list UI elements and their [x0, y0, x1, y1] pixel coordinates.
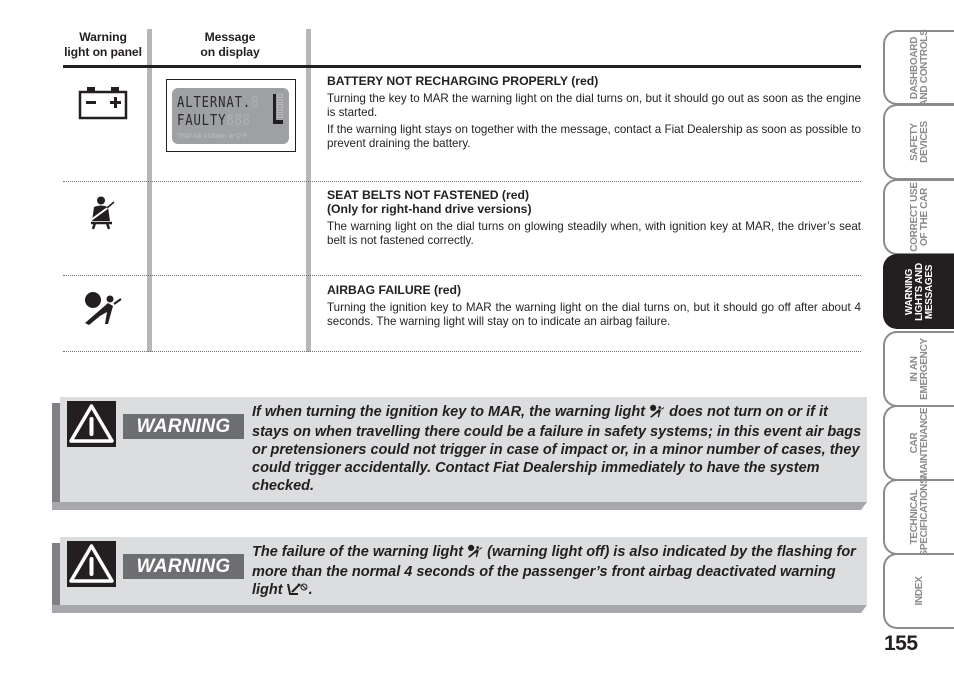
tab-label-line: TECHNICAL [908, 489, 920, 545]
lcd-bar-segment [277, 109, 283, 113]
airbag-icon [83, 290, 123, 330]
header-message-on-display: Message on display [155, 30, 305, 60]
tab-correct-use-of-the-car[interactable]: CORRECT USE OF THE CAR [883, 179, 954, 255]
tab-label: IN AN EMERGENCY [908, 338, 930, 400]
lcd-bar-segment [277, 99, 283, 103]
tab-label-line: SPECIFICATIONS [918, 477, 930, 557]
row-paragraph: Turning the key to MAR the warning light… [327, 92, 861, 119]
battery-icon [78, 86, 128, 124]
warning-text: The failure of the warning light [252, 544, 468, 560]
row-title-main: SEAT BELTS NOT FASTENED (red) [327, 188, 530, 202]
row-separator [63, 351, 861, 352]
warning-box: WARNING The failure of the warning light… [52, 537, 867, 613]
row-title: BATTERY NOT RECHARGING PROPERLY (red) [327, 74, 599, 88]
row-subtitle: (Only for right-hand drive versions) [327, 202, 532, 216]
tab-label-line: DASHBOARD [908, 36, 920, 99]
lcd-line-2: FAULTY888 [177, 112, 251, 128]
lcd-bar-segment [277, 104, 283, 108]
display-message-panel: ALTERNAT.8 FAULTY888 TRIP AB l/100km ⊕°C… [166, 79, 296, 152]
lcd-line-1: ALTERNAT.8 [177, 94, 259, 110]
warning-box-side [52, 403, 60, 503]
lcd-bar-segment [277, 114, 283, 118]
airbag-icon [467, 544, 483, 563]
tab-safety-devices[interactable]: SAFETY DEVICES [883, 104, 954, 180]
airbag-icon [649, 404, 665, 423]
tab-technical-specifications[interactable]: TECHNICAL SPECIFICATIONS [883, 477, 954, 557]
warning-box-bottom [52, 605, 867, 613]
warning-box-side [52, 543, 60, 605]
tab-label-line: IN AN [908, 356, 920, 382]
tab-label-line: DEVICES [918, 121, 930, 163]
lcd-text: ALTERNAT. [177, 93, 252, 111]
passenger-airbag-off-icon [286, 582, 309, 601]
row-paragraph: If the warning light stays on together w… [327, 123, 861, 150]
lcd-ghost-segments: 888 [226, 111, 252, 129]
tab-dashboard-and-controls[interactable]: DASHBOARD AND CONTROLS [883, 29, 954, 106]
header-line: on display [200, 45, 260, 59]
tab-car-maintenance[interactable]: CAR MAINTENANCE [883, 405, 954, 481]
row-separator [63, 181, 861, 182]
tab-index[interactable]: INDEX [883, 553, 954, 629]
header-line: Warning [79, 30, 127, 44]
page-number: 155 [884, 632, 918, 655]
warning-label: WARNING [123, 414, 244, 439]
warning-message: The failure of the warning light (warnin… [252, 543, 862, 601]
tab-label-line: MESSAGES [923, 264, 935, 319]
tab-label: SAFETY DEVICES [908, 121, 930, 163]
lcd-bar-segment [277, 94, 283, 98]
tab-label: CORRECT USE OF THE CAR [908, 182, 930, 252]
row-paragraph: Turning the ignition key to MAR the warn… [327, 301, 861, 328]
tab-label-line: MAINTENANCE [918, 407, 930, 479]
warning-triangle-icon [67, 401, 116, 447]
tab-label: WARNING LIGHTS AND MESSAGES [903, 262, 935, 321]
row-paragraph: The warning light on the dial turns on g… [327, 220, 861, 247]
warning-box-bottom [52, 502, 867, 510]
tab-label-line: SAFETY [908, 123, 920, 161]
lcd-text: FAULTY [177, 111, 227, 129]
tab-warning-lights-and-messages[interactable]: WARNING LIGHTS AND MESSAGES [883, 254, 954, 329]
tab-label-line: WARNING [903, 268, 915, 315]
seat-belt-icon [88, 196, 116, 234]
tab-label-line: LIGHTS AND [913, 262, 925, 321]
header-line: light on panel [64, 45, 142, 59]
row-title: SEAT BELTS NOT FASTENED (red) (Only for … [327, 188, 861, 216]
lcd-footer: TRIP AB l/100km ⊕°C°F [177, 133, 248, 140]
lcd-level-bar [273, 94, 283, 124]
row-separator [63, 275, 861, 276]
row-airbag-text: AIRBAG FAILURE (red) Turning the ignitio… [327, 283, 861, 332]
warning-box: WARNING If when turning the ignition key… [52, 397, 867, 511]
tab-label-line: INDEX [913, 576, 925, 606]
header-warning-light: Warning light on panel [58, 30, 148, 60]
row-title: AIRBAG FAILURE (red) [327, 283, 462, 297]
warning-text: If when turning the ignition key to MAR,… [252, 404, 650, 420]
tab-label: DASHBOARD AND CONTROLS [908, 29, 930, 106]
tab-label-line: CORRECT USE [908, 182, 920, 252]
header-line: Message [204, 30, 256, 44]
tab-label-line: OF THE CAR [918, 187, 930, 247]
lcd-bar-fill [276, 120, 283, 124]
warning-text: . [308, 582, 313, 598]
tab-label: INDEX [913, 576, 925, 606]
lcd-ghost-segments: 8 [251, 93, 260, 111]
tab-label-line: EMERGENCY [918, 338, 930, 400]
tab-label-line: CAR [908, 432, 920, 454]
warning-message: If when turning the ignition key to MAR,… [252, 403, 862, 495]
row-seat-belt-text: SEAT BELTS NOT FASTENED (red) (Only for … [327, 188, 861, 251]
tab-label: TECHNICAL SPECIFICATIONS [908, 477, 930, 557]
tab-in-an-emergency[interactable]: IN AN EMERGENCY [883, 331, 954, 407]
row-battery-text: BATTERY NOT RECHARGING PROPERLY (red) Tu… [327, 74, 861, 154]
column-divider [306, 29, 311, 352]
column-divider [147, 29, 152, 352]
tab-label-line: AND CONTROLS [918, 29, 930, 106]
header-rule [63, 65, 861, 68]
tab-label: CAR MAINTENANCE [908, 407, 930, 479]
lcd-display: ALTERNAT.8 FAULTY888 TRIP AB l/100km ⊕°C… [172, 88, 289, 144]
warning-triangle-icon [67, 541, 116, 587]
warning-label: WARNING [123, 554, 244, 579]
